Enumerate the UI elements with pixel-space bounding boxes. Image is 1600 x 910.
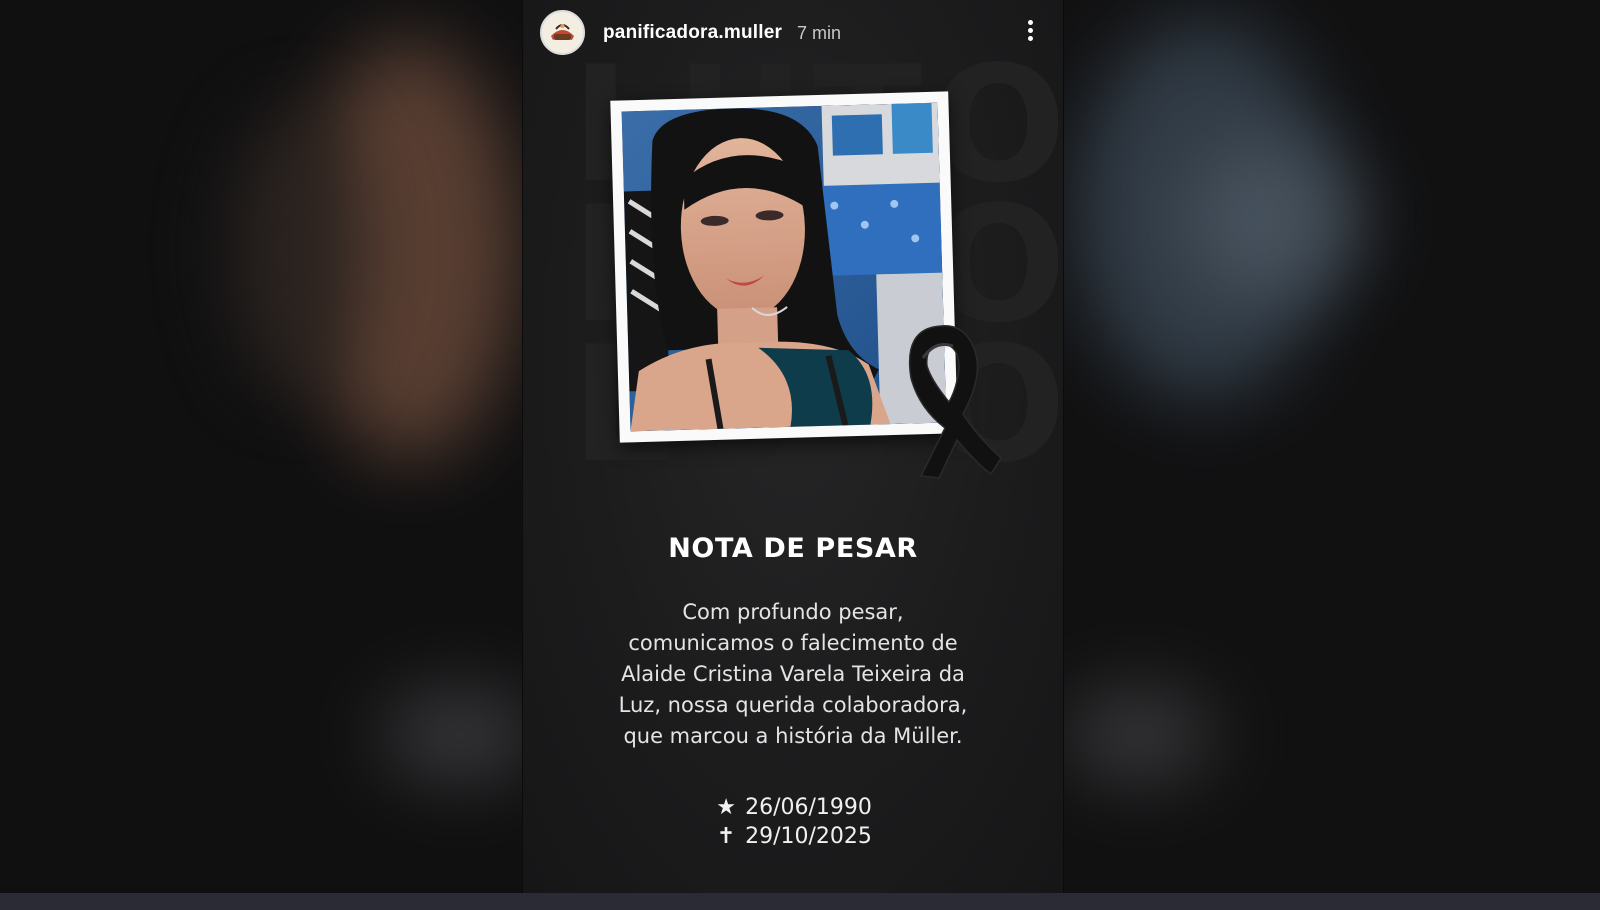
life-dates: ★ 26/06/1990 ✝ 29/10/2025: [523, 793, 1063, 851]
death-date: 29/10/2025: [745, 824, 872, 849]
bottom-bar: [0, 893, 1600, 910]
story-header: panificadora.muller 7 min: [523, 0, 1063, 64]
message-line: Luz, nossa querida colaboradora,: [618, 693, 968, 717]
avatar[interactable]: [540, 10, 585, 55]
mourning-ribbon-icon: [883, 318, 1003, 480]
birth-date-row: ★ 26/06/1990: [523, 793, 1063, 822]
page-title: NOTA DE PESAR: [668, 533, 918, 564]
message-line: que marcou a história da Müller.: [623, 724, 963, 748]
condolence-message: Com profundo pesar, comunicamos o faleci…: [573, 597, 1013, 752]
blurred-background-right: [1064, 0, 1600, 893]
bakery-logo-icon: [542, 12, 583, 53]
message-line: comunicamos o falecimento de: [628, 631, 958, 655]
username-link[interactable]: panificadora.muller: [603, 22, 782, 44]
message-line: Alaide Cristina Varela Teixeira da: [621, 662, 965, 686]
post-timestamp: 7 min: [797, 23, 842, 43]
message-line: Com profundo pesar,: [682, 600, 904, 624]
story-viewer: LUTO LUTO LUTO panificadora.muller 7 min: [0, 0, 1600, 910]
blurred-background-left: [0, 0, 522, 893]
cross-icon: ✝: [716, 824, 736, 849]
more-options-button[interactable]: [1017, 16, 1043, 48]
more-vertical-icon: [1027, 20, 1033, 25]
story-card[interactable]: LUTO LUTO LUTO panificadora.muller 7 min: [523, 0, 1063, 893]
birth-date: 26/06/1990: [745, 795, 872, 820]
star-icon: ★: [716, 795, 736, 820]
death-date-row: ✝ 29/10/2025: [523, 822, 1063, 851]
